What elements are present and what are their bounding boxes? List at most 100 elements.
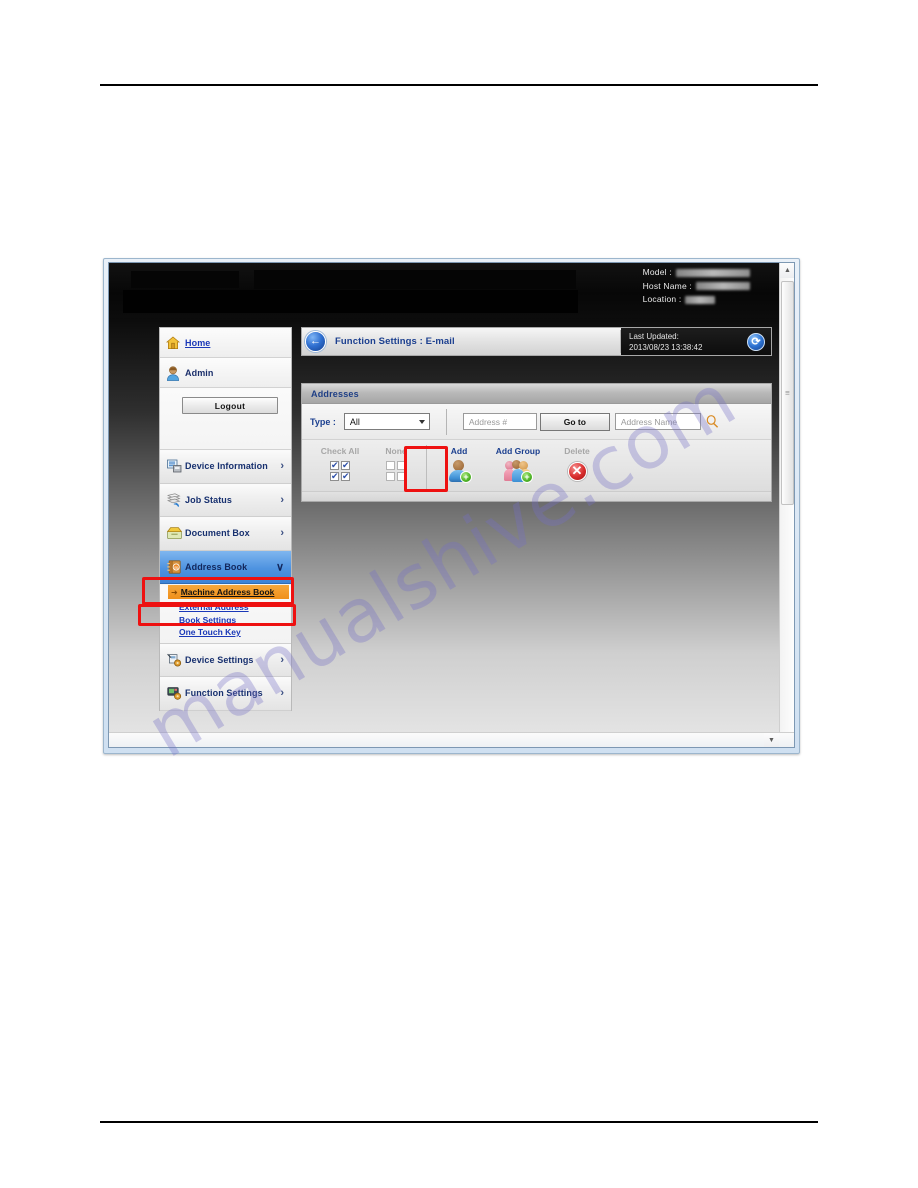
content-area: ← Function Settings : E-mail Last Update… xyxy=(301,327,772,502)
sidebar-function-settings-label: Function Settings xyxy=(185,688,263,699)
add-group-icon: + xyxy=(487,459,549,483)
sidebar-home-label: Home xyxy=(185,337,211,348)
page-top-rule xyxy=(100,84,818,86)
vertical-scrollbar[interactable]: ▲ ▼ xyxy=(779,263,794,747)
address-number-input[interactable]: Address # xyxy=(462,413,537,430)
sidebar-item-machine-address-book[interactable]: ➜ Machine Address Book xyxy=(168,585,289,599)
type-select-value: All xyxy=(349,416,360,427)
add-contact-icon: + xyxy=(431,459,487,483)
device-info: Model : Host Name : Location : xyxy=(643,266,750,307)
device-information-icon xyxy=(167,459,182,473)
svg-text:@: @ xyxy=(174,565,179,571)
chevron-right-icon: › xyxy=(280,493,284,506)
vertical-scroll-thumb[interactable] xyxy=(781,281,794,505)
checkbox-none-icon xyxy=(368,459,424,483)
sidebar-job-status-label: Job Status xyxy=(185,494,233,505)
device-location-value-redacted xyxy=(685,295,716,304)
redacted-tabs-block xyxy=(254,270,576,289)
sidebar-item-job-status[interactable]: Job Status › xyxy=(160,483,291,517)
sidebar-link-external-address[interactable]: External Address xyxy=(179,601,291,614)
delete-icon: ✕ xyxy=(549,459,605,483)
sidebar-item-home[interactable]: Home xyxy=(160,328,291,358)
device-location-row: Location : xyxy=(643,293,750,307)
user-avatar-icon xyxy=(166,365,180,381)
horizontal-scrollbar[interactable]: ▼ xyxy=(109,732,794,747)
panel-title-bar: Addresses xyxy=(302,384,771,404)
chevron-down-icon xyxy=(418,419,425,424)
redacted-banner-block xyxy=(123,290,578,313)
device-location-label: Location : xyxy=(642,294,682,304)
device-model-label: Model : xyxy=(642,267,672,277)
scroll-right-arrow-icon[interactable]: ▼ xyxy=(764,733,779,747)
sidebar-logout-area: Logout xyxy=(160,388,291,450)
chevron-right-icon: › xyxy=(280,687,284,700)
device-header: Model : Host Name : Location : xyxy=(109,263,794,318)
delete-label: Delete xyxy=(564,446,590,456)
delete-button[interactable]: Delete ✕ xyxy=(549,445,605,483)
sidebar-link-one-touch-key[interactable]: One Touch Key xyxy=(179,626,291,639)
device-hostname-row: Host Name : xyxy=(643,280,750,294)
magnifier-icon[interactable] xyxy=(706,415,719,428)
browser-viewport: Model : Host Name : Location : Home Admi… xyxy=(108,262,795,748)
sidebar-item-device-settings[interactable]: Device Settings › xyxy=(160,643,291,677)
machine-address-book-label: Machine Address Book xyxy=(180,587,275,597)
scroll-up-arrow-icon[interactable]: ▲ xyxy=(780,263,794,278)
type-label: Type : xyxy=(310,416,336,427)
address-book-sublinks: ➜ Machine Address Book External Address … xyxy=(160,585,291,644)
none-button[interactable]: None xyxy=(368,445,424,483)
redacted-logo-block xyxy=(131,271,239,288)
device-model-value-redacted xyxy=(675,268,750,277)
chevron-right-icon: › xyxy=(280,460,284,473)
sidebar-document-box-label: Document Box xyxy=(185,528,250,539)
last-updated-label: Last Updated: xyxy=(629,331,679,341)
add-button[interactable]: Add + xyxy=(431,445,487,483)
chevron-right-icon: › xyxy=(280,527,284,540)
addresses-panel: Addresses Type : All Address # Go to Add… xyxy=(301,383,772,502)
address-name-input[interactable]: Address Name xyxy=(614,413,701,430)
logout-button[interactable]: Logout xyxy=(182,397,278,414)
panel-title-label: Addresses xyxy=(311,388,359,399)
device-hostname-value-redacted xyxy=(696,282,750,291)
chevron-right-icon: › xyxy=(280,653,284,666)
sidebar-device-information-label: Device Information xyxy=(185,461,268,472)
sidebar-item-address-book[interactable]: @ Address Book ∨ xyxy=(160,550,291,584)
device-settings-icon xyxy=(167,653,182,667)
last-updated-text: Last Updated: 2013/08/23 13:38:42 xyxy=(629,331,702,353)
sidebar-link-book-settings[interactable]: Book Settings xyxy=(179,614,291,627)
device-hostname-label: Host Name : xyxy=(642,280,692,291)
arrow-right-icon: ➜ xyxy=(171,587,178,597)
manual-page: Model : Host Name : Location : Home Admi… xyxy=(0,0,918,1188)
page-bottom-rule xyxy=(100,1121,818,1123)
sidebar-item-device-information[interactable]: Device Information › xyxy=(160,450,291,484)
toolbar-divider xyxy=(426,445,427,489)
chevron-down-icon: ∨ xyxy=(275,561,284,574)
back-arrow-icon[interactable]: ← xyxy=(305,331,326,352)
sidebar-item-function-settings[interactable]: Function Settings › xyxy=(160,677,291,711)
sidebar-user-label: Admin xyxy=(185,367,214,378)
filter-divider xyxy=(445,408,447,435)
check-all-button[interactable]: Check All xyxy=(312,445,368,483)
panel-footer xyxy=(302,491,771,501)
breadcrumb: Function Settings : E-mail xyxy=(335,336,455,347)
last-updated-panel: Last Updated: 2013/08/23 13:38:42 ⟳ xyxy=(621,328,771,355)
page-body: Home Admin Logout Device Information › J… xyxy=(109,318,794,747)
document-box-icon xyxy=(166,526,183,540)
checkbox-all-icon xyxy=(312,459,368,483)
sidebar-device-settings-label: Device Settings xyxy=(185,654,254,665)
browser-window: Model : Host Name : Location : Home Admi… xyxy=(103,258,800,754)
toolbar-row: Check All None xyxy=(302,439,771,491)
refresh-icon[interactable]: ⟳ xyxy=(747,332,765,351)
filter-row: Type : All Address # Go to Address Name xyxy=(302,404,771,439)
sidebar: Home Admin Logout Device Information › J… xyxy=(159,327,292,711)
address-book-icon: @ xyxy=(167,560,181,574)
breadcrumb-bar: ← Function Settings : E-mail Last Update… xyxy=(301,327,772,356)
function-settings-icon xyxy=(167,686,182,700)
goto-button[interactable]: Go to xyxy=(539,412,610,431)
sidebar-item-document-box[interactable]: Document Box › xyxy=(160,517,291,551)
device-model-row: Model : xyxy=(643,266,750,280)
type-select[interactable]: All xyxy=(343,413,430,430)
sidebar-address-book-label: Address Book xyxy=(185,561,248,572)
add-group-button[interactable]: Add Group + xyxy=(487,445,549,483)
home-icon xyxy=(165,335,181,350)
add-label: Add xyxy=(450,446,468,456)
